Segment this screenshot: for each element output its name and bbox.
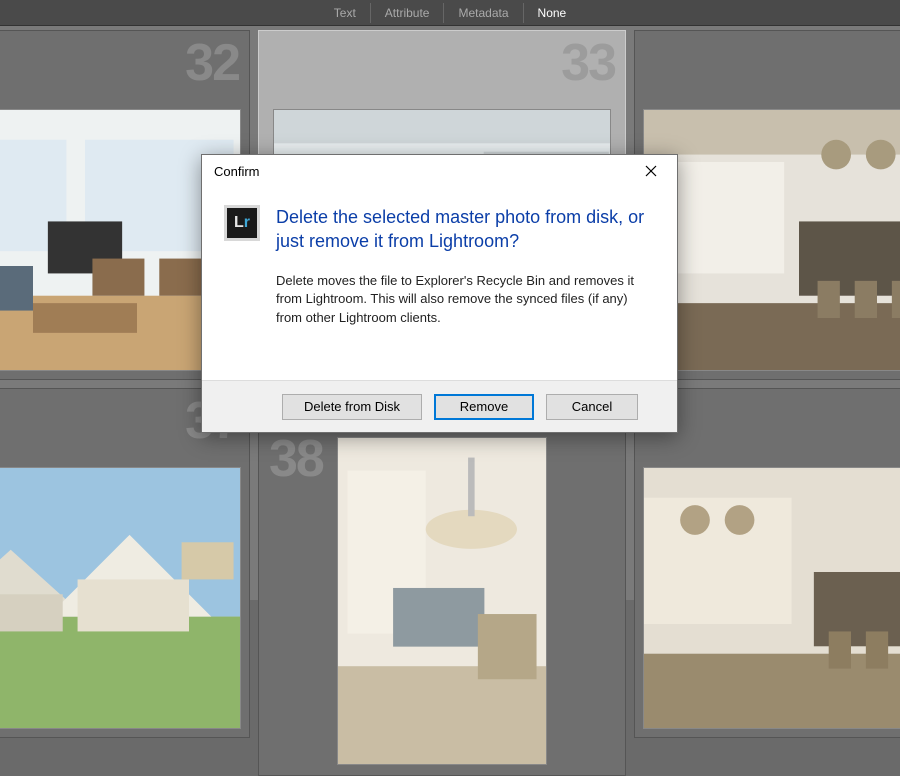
filter-tab-text[interactable]: Text [320, 3, 371, 23]
dialog-description: Delete moves the file to Explorer's Recy… [276, 272, 655, 329]
confirm-dialog: Confirm Lr Delete the selected master ph… [201, 154, 678, 433]
photo-thumbnail[interactable] [643, 467, 900, 729]
cell-number: 32 [185, 33, 239, 93]
grid-cell[interactable]: 39 [634, 388, 900, 738]
close-button[interactable] [631, 157, 671, 185]
delete-from-disk-button[interactable]: Delete from Disk [282, 394, 422, 420]
photo-thumbnail[interactable] [337, 437, 547, 765]
photo-thumbnail[interactable] [643, 109, 900, 371]
photo-thumbnail[interactable] [0, 467, 241, 729]
dialog-body: Lr Delete the selected master photo from… [202, 187, 677, 380]
filter-tab-none[interactable]: None [524, 3, 581, 23]
grid-cell[interactable]: 38 [258, 426, 626, 776]
close-icon [645, 165, 657, 177]
remove-button[interactable]: Remove [434, 394, 534, 420]
filter-bar: Text Attribute Metadata None [0, 0, 900, 26]
filter-tab-metadata[interactable]: Metadata [444, 3, 523, 23]
lightroom-icon: Lr [224, 205, 260, 241]
grid-cell[interactable]: 37 [0, 388, 250, 738]
cancel-button[interactable]: Cancel [546, 394, 638, 420]
filter-tab-attribute[interactable]: Attribute [371, 3, 445, 23]
dialog-button-row: Delete from Disk Remove Cancel [202, 380, 677, 432]
dialog-title: Confirm [214, 164, 631, 179]
cell-number: 33 [561, 33, 615, 93]
dialog-titlebar: Confirm [202, 155, 677, 187]
cell-number: 38 [269, 429, 323, 489]
dialog-heading: Delete the selected master photo from di… [276, 205, 655, 254]
